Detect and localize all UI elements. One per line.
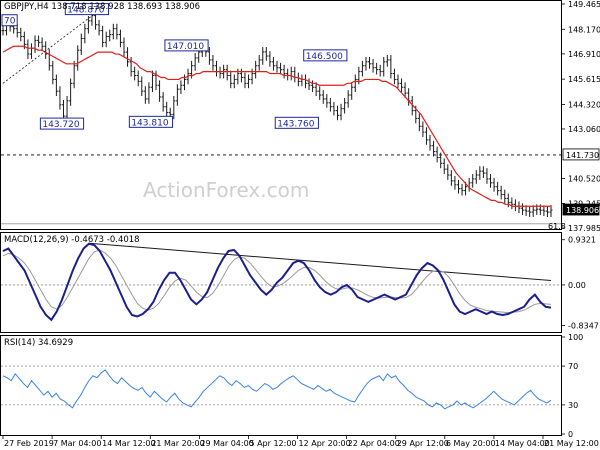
fib-label: 61.8 xyxy=(548,222,566,231)
callout-label: 143.720 xyxy=(42,120,79,130)
x-tick-label: 29 Apr 12:00 xyxy=(397,439,449,448)
x-tick-label: 29 Mar 04:00 xyxy=(200,439,253,448)
price-panel: ActionForex.com 61.8 148.870143.720 143.8… xyxy=(0,0,600,233)
x-axis: 27 Feb 2019 7 Mar 04:00 14 Mar 12:0021 Mar… xyxy=(2,435,599,448)
x-tick-label: 14 Mar 12:00 xyxy=(102,439,155,448)
y-tick-label: 0.00 xyxy=(568,281,586,290)
y-tick-label: 100 xyxy=(568,333,583,342)
y-tick-label: 140.520 xyxy=(568,175,600,184)
callout-label: 143.810 xyxy=(131,118,168,128)
y-tick-label: 145.615 xyxy=(568,75,600,84)
x-tick-label: 12 Apr 20:00 xyxy=(299,439,351,448)
y-tick-label: 144.320 xyxy=(568,100,600,109)
price-axis: 149.465 148.170 146.910 145.615 144.320 143.0… xyxy=(561,0,600,233)
y-tick-label: 0.9321 xyxy=(568,236,596,245)
callout-label: 70 xyxy=(4,17,16,27)
macd-axis: 0.9321 0.00 -0.8347 xyxy=(561,236,599,330)
macd-panel: MACD(12,26,9) -0.4673 -0.4018 0.9321 0.00… xyxy=(0,232,599,333)
x-tick-label: 14 May 04:00 xyxy=(495,439,550,448)
y-tick-label: 146.910 xyxy=(568,50,600,59)
level-tag: 141.730 xyxy=(566,151,599,160)
y-tick-label: 30 xyxy=(568,401,578,410)
y-tick-label: 148.170 xyxy=(568,25,600,34)
last-price-tag: 138.906 xyxy=(566,206,599,215)
y-tick-label: 149.465 xyxy=(568,0,600,9)
rsi-axis: 100 70 30 0 xyxy=(561,333,583,439)
rsi-panel: RSI(14) 34.6929 100 70 30 0 xyxy=(0,333,583,439)
callout-label: 147.010 xyxy=(167,42,204,52)
y-tick-label: 0 xyxy=(568,430,573,439)
x-tick-label: 7 Mar 04:00 xyxy=(53,439,101,448)
chart-canvas: ActionForex.com 61.8 148.870143.720 143.8… xyxy=(0,0,600,448)
y-tick-label: 143.060 xyxy=(568,125,600,134)
y-tick-label: 70 xyxy=(568,362,578,371)
macd-header: MACD(12,26,9) -0.4673 -0.4018 xyxy=(4,235,140,245)
y-tick-label: -0.8347 xyxy=(568,321,599,330)
x-tick-label: 6 May 20:00 xyxy=(446,439,496,448)
rsi-header: RSI(14) 34.6929 xyxy=(4,338,73,348)
rsi-panel-frame xyxy=(0,335,562,436)
x-tick-label: 21 May 12:00 xyxy=(544,439,599,448)
x-tick-label: 5 Apr 12:00 xyxy=(249,439,296,448)
y-tick-label: 137.985 xyxy=(568,224,600,233)
price-header: GBPJPY,H4 138.718 138.928 138.693 138.90… xyxy=(4,2,200,12)
callout-label: 146.500 xyxy=(306,52,343,62)
x-tick-label: 22 Apr 04:00 xyxy=(348,439,400,448)
x-tick-label: 27 Feb 2019 xyxy=(4,439,54,448)
watermark: ActionForex.com xyxy=(143,178,309,202)
x-tick-label: 21 Mar 20:00 xyxy=(151,439,204,448)
callout-label: 143.760 xyxy=(277,119,314,129)
